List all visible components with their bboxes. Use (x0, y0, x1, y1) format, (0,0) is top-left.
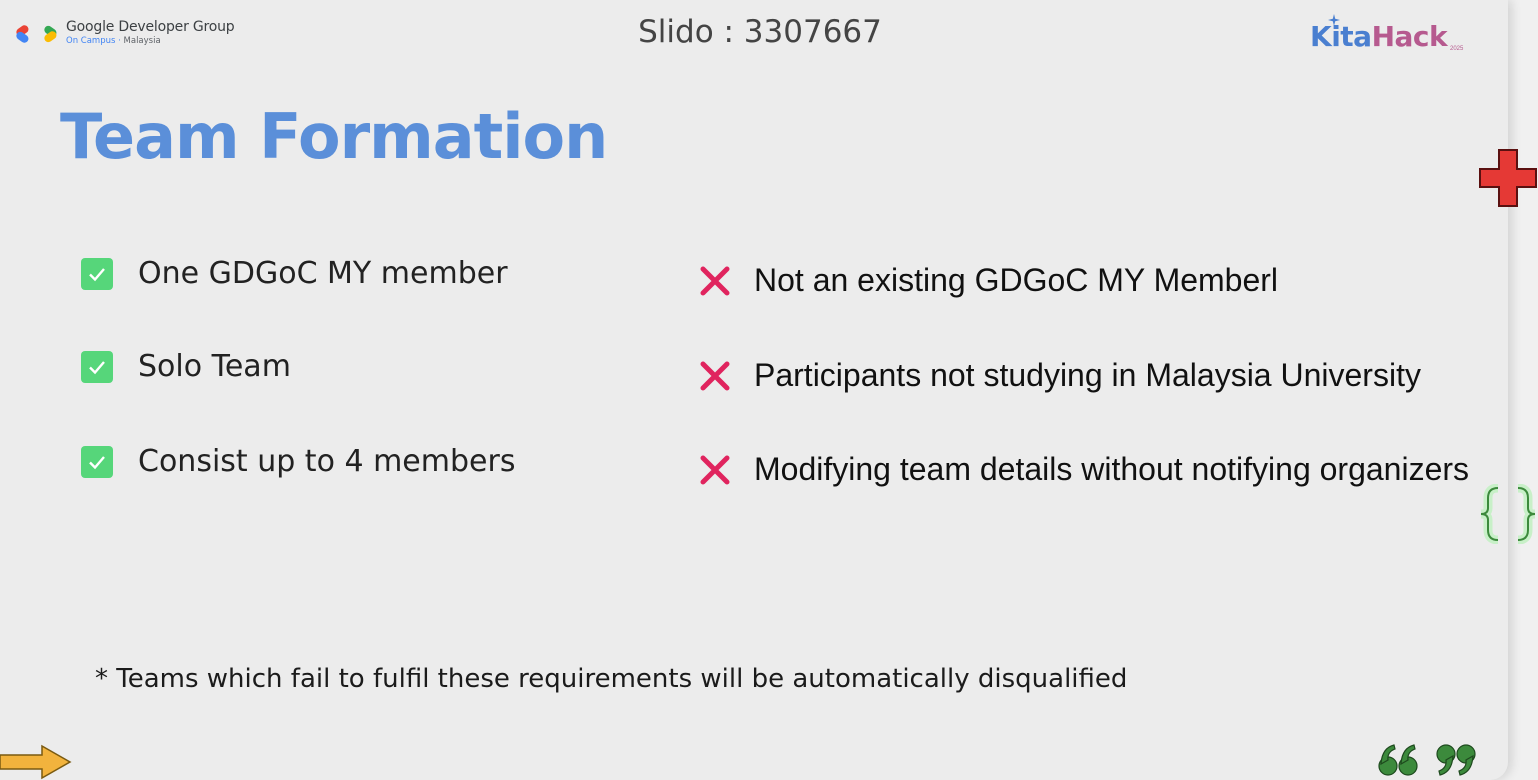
plus-icon (1479, 149, 1537, 207)
kitahack-year: 2025 (1450, 46, 1464, 52)
braces-icon (1480, 484, 1536, 544)
sparkle-icon (1328, 14, 1340, 26)
disqualification-text: Participants not studying in Malaysia Un… (754, 357, 1421, 393)
requirement-item: Solo Team (81, 349, 291, 384)
gdg-country: Malaysia (123, 36, 161, 47)
disqualification-item: Not an existing GDGoC MY Memberl (698, 262, 1278, 299)
kitahack-logo: KitaHack 2025 (1310, 14, 1463, 53)
slide: Google Developer Group On Campus · Malay… (0, 0, 1508, 780)
disqualification-item: Modifying team details without notifying… (698, 451, 1469, 488)
slide-title: Team Formation (60, 100, 608, 173)
gdg-name: Google Developer Group (66, 19, 235, 36)
disqualification-text: Modifying team details without notifying… (754, 451, 1470, 487)
footnote: * Teams which fail to fulfil these requi… (95, 664, 1128, 694)
kitahack-hack: Hack (1371, 20, 1448, 53)
requirement-text: Solo Team (138, 349, 291, 384)
requirement-item: One GDGoC MY member (81, 256, 508, 291)
disqualification-text: Not an existing GDGoC MY Memberl (754, 262, 1279, 298)
arrow-icon (0, 744, 72, 780)
disqualification-item: Participants not studying in Malaysia Un… (698, 357, 1421, 394)
requirement-text: One GDGoC MY member (138, 256, 508, 291)
cross-icon (700, 361, 730, 390)
gdg-logo: Google Developer Group On Campus · Malay… (14, 18, 235, 48)
gdg-text: Google Developer Group On Campus · Malay… (66, 20, 235, 46)
gdg-subtitle: On Campus · Malaysia (66, 36, 161, 47)
check-box-icon (81, 257, 113, 290)
requirement-text: Consist up to 4 members (138, 444, 516, 479)
requirement-item: Consist up to 4 members (81, 444, 515, 479)
check-box-icon (81, 445, 113, 478)
quote-icon (1378, 744, 1476, 776)
kitahack-kita: Kita (1310, 20, 1372, 53)
gdg-brackets-icon (16, 25, 57, 43)
cross-icon (700, 266, 730, 295)
cross-icon (700, 455, 730, 484)
gdg-campus: On Campus (66, 36, 116, 47)
check-box-icon (81, 350, 113, 383)
slido-code: Slido : 3307667 (638, 14, 882, 50)
